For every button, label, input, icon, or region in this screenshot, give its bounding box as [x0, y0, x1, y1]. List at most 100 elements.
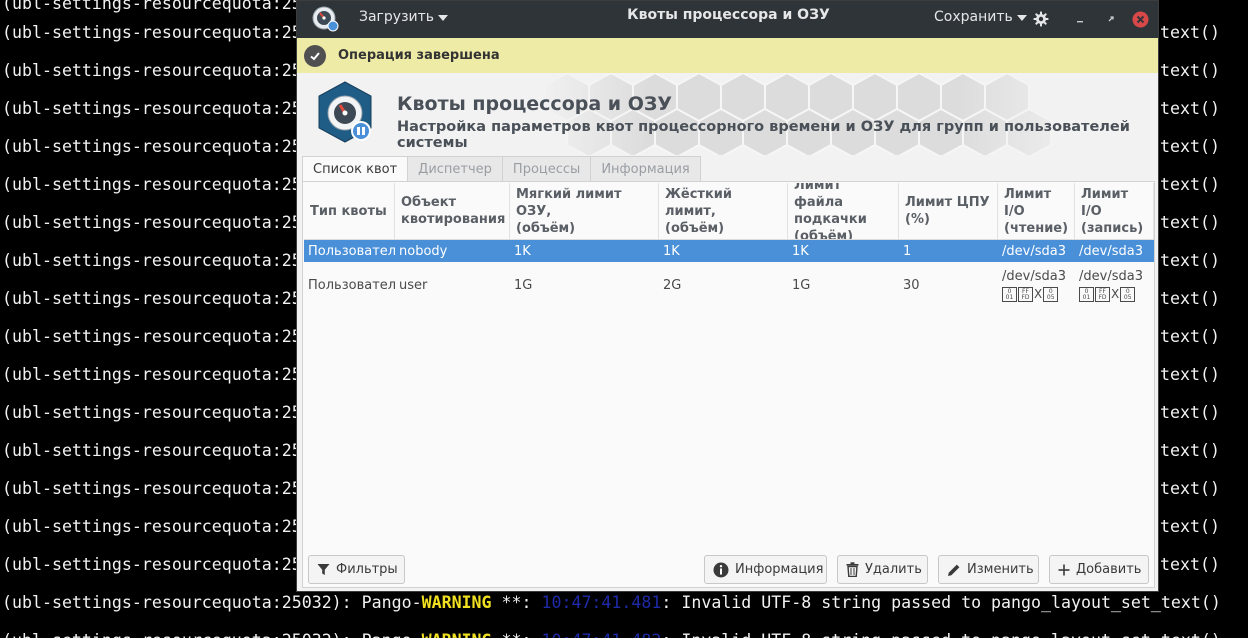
- terminal-line-end: text(): [1160, 289, 1220, 308]
- pencil-icon: [948, 564, 960, 576]
- close-button[interactable]: [1130, 9, 1150, 29]
- cell-swap-limit: 1G: [792, 277, 811, 293]
- info-button-label: Информация: [735, 562, 824, 577]
- column-header-label: Объект квотирования: [401, 194, 505, 228]
- terminal-line: (ubl-settings-resourcequota:25: [2, 365, 302, 384]
- minimize-icon: [1077, 21, 1083, 23]
- column-header-line: Лимит: [1004, 186, 1052, 202]
- terminal-line: (ubl-settings-resourcequota:25: [2, 251, 302, 270]
- column-header[interactable]: Лимит I/O (запись): [1075, 183, 1154, 239]
- minimize-button[interactable]: [1071, 9, 1091, 29]
- chevron-down-icon: [1016, 14, 1027, 21]
- column-header[interactable]: Мягкий лимит ОЗУ, (объём): [510, 183, 659, 239]
- add-button[interactable]: Добавить: [1049, 555, 1149, 584]
- settings-button[interactable]: [1031, 9, 1051, 29]
- checkmark-icon: [304, 44, 326, 67]
- tab-processes[interactable]: Процессы: [502, 156, 592, 182]
- cell-object: user: [399, 277, 428, 293]
- glyph-x: X: [1034, 287, 1043, 301]
- column-header[interactable]: Лимит I/O (чтение): [998, 183, 1075, 239]
- terminal-line-end: text(): [1160, 61, 1220, 80]
- trash-icon: [846, 562, 859, 577]
- column-header-line: Мягкий лимит ОЗУ,: [516, 186, 622, 219]
- terminal-line: (ubl-settings-resourcequota:25: [2, 327, 302, 346]
- table-row[interactable]: Пользователь nobody 1K 1K 1K 1/dev/sda3/dev/s…: [304, 240, 1154, 262]
- table-row[interactable]: Пользователь user 1G 2G 1G 30/dev/sda3 0 01 FF …: [304, 262, 1154, 308]
- column-header-line: Жёсткий лимит,: [665, 186, 733, 219]
- cell-io-read: /dev/sda3: [1002, 243, 1066, 259]
- column-header[interactable]: Жёсткий лимит, (объём): [659, 183, 788, 239]
- terminal-level: WARNING: [422, 631, 492, 638]
- invalid-glyphs: 0 01 FF FD X 0 05: [1002, 287, 1059, 302]
- column-header-line: Лимит: [1081, 186, 1129, 202]
- terminal-line-end: text(): [1160, 213, 1220, 232]
- tab-information[interactable]: Информация: [591, 156, 701, 182]
- action-bar: Фильтры Информация Удалить Изменить Доба…: [303, 554, 1154, 587]
- column-header[interactable]: Лимит файла подкачки (объём): [788, 183, 899, 239]
- info-button[interactable]: Информация: [704, 555, 827, 584]
- cell-cpu-limit: 30: [903, 277, 920, 293]
- terminal-line-end: text(): [1160, 365, 1220, 384]
- missing-glyph-box: 0 01: [1002, 287, 1017, 302]
- terminal-line: (ubl-settings-resourcequota:25: [2, 23, 302, 42]
- terminal-line-end: text(): [1160, 403, 1220, 422]
- terminal-line: (ubl-settings-resourcequota:25: [2, 289, 302, 308]
- terminal-line-end: text(): [1160, 99, 1220, 118]
- column-header[interactable]: Лимит ЦПУ (%): [899, 183, 998, 239]
- delete-button[interactable]: Удалить: [837, 555, 928, 584]
- column-header-label: Мягкий лимит ОЗУ, (объём): [516, 186, 652, 237]
- terminal-line: (ubl-settings-resourcequota:25: [2, 99, 302, 118]
- terminal-line: (ubl-settings-resourcequota:25: [2, 479, 302, 498]
- edit-button[interactable]: Изменить: [938, 555, 1039, 584]
- save-menu[interactable]: Сохранить: [934, 9, 1027, 25]
- load-menu-label: Загрузить: [359, 9, 435, 25]
- column-header-label: Лимит I/O (чтение): [1004, 186, 1068, 237]
- cell-hard-limit: 2G: [663, 277, 682, 293]
- column-header-line: (объём): [665, 220, 725, 236]
- terminal-message: : Invalid UTF-8 string passed to pango_l…: [661, 593, 1221, 612]
- terminal-warning-line: (ubl-settings-resourcequota:25032): Pang…: [2, 631, 1221, 638]
- column-header-line: Лимит файла: [794, 183, 844, 210]
- save-menu-label: Сохранить: [934, 9, 1013, 25]
- terminal-line-end: text(): [1160, 479, 1220, 498]
- missing-glyph-box: 0 01: [1079, 287, 1094, 302]
- missing-glyph-box: FF FD: [1018, 287, 1033, 302]
- cell-io-read: /dev/sda3 0 01 FF FD X 0 05: [998, 262, 1075, 308]
- cell-hard-limit: 1K: [663, 243, 680, 259]
- terminal-line-end: text(): [1160, 23, 1220, 42]
- terminal-timestamp: 10:47:41.481: [541, 593, 662, 612]
- edit-button-label: Изменить: [967, 562, 1034, 577]
- maximize-button[interactable]: [1101, 9, 1121, 29]
- quota-list-panel: Тип квоты Объект квотирования Мягкий лимит …: [302, 181, 1155, 588]
- missing-glyph-box: FF FD: [1095, 287, 1110, 302]
- tab-quota-list[interactable]: Список квот: [302, 156, 409, 182]
- cell-cpu-limit: 1: [903, 243, 912, 259]
- column-header-line: (чтение): [1004, 220, 1069, 236]
- chevron-down-icon: [438, 14, 449, 21]
- terminal-line: (ubl-settings-resourcequota:25: [2, 555, 302, 574]
- cell-io-write: /dev/sda3: [1079, 243, 1143, 259]
- column-header-label: Жёсткий лимит, (объём): [665, 186, 781, 237]
- column-header[interactable]: Объект квотирования: [395, 183, 510, 239]
- terminal-stars: **:: [491, 593, 542, 612]
- column-header[interactable]: Тип квоты: [304, 183, 395, 239]
- tab-dispatcher[interactable]: Диспетчер: [408, 156, 503, 182]
- terminal-line: (ubl-settings-resourcequota:25: [2, 213, 302, 232]
- status-infobar: Операция завершена: [297, 38, 1158, 73]
- column-header-line: (%): [905, 212, 930, 227]
- maximize-icon: [1108, 16, 1114, 22]
- terminal-warning-line: (ubl-settings-resourcequota:25032): Pang…: [2, 593, 1221, 613]
- column-header-line: Тип квоты: [310, 203, 387, 219]
- column-header-line: Лимит ЦПУ: [905, 195, 990, 210]
- app-logo-large-icon: [318, 81, 372, 143]
- page-title: Квоты процессора и ОЗУ: [397, 93, 673, 115]
- column-header-line: квотирования: [401, 212, 506, 227]
- column-header-line: I/O: [1004, 203, 1025, 219]
- column-header-line: Объект: [401, 195, 457, 210]
- load-menu[interactable]: Загрузить: [359, 9, 449, 25]
- cell-soft-limit: 1G: [514, 277, 533, 293]
- filters-button[interactable]: Фильтры: [308, 555, 405, 584]
- cell-value: /dev/sda3: [1079, 269, 1143, 284]
- titlebar: Загрузить Квоты процессора и ОЗУ Сохрани…: [297, 1, 1158, 38]
- info-icon: [713, 562, 729, 577]
